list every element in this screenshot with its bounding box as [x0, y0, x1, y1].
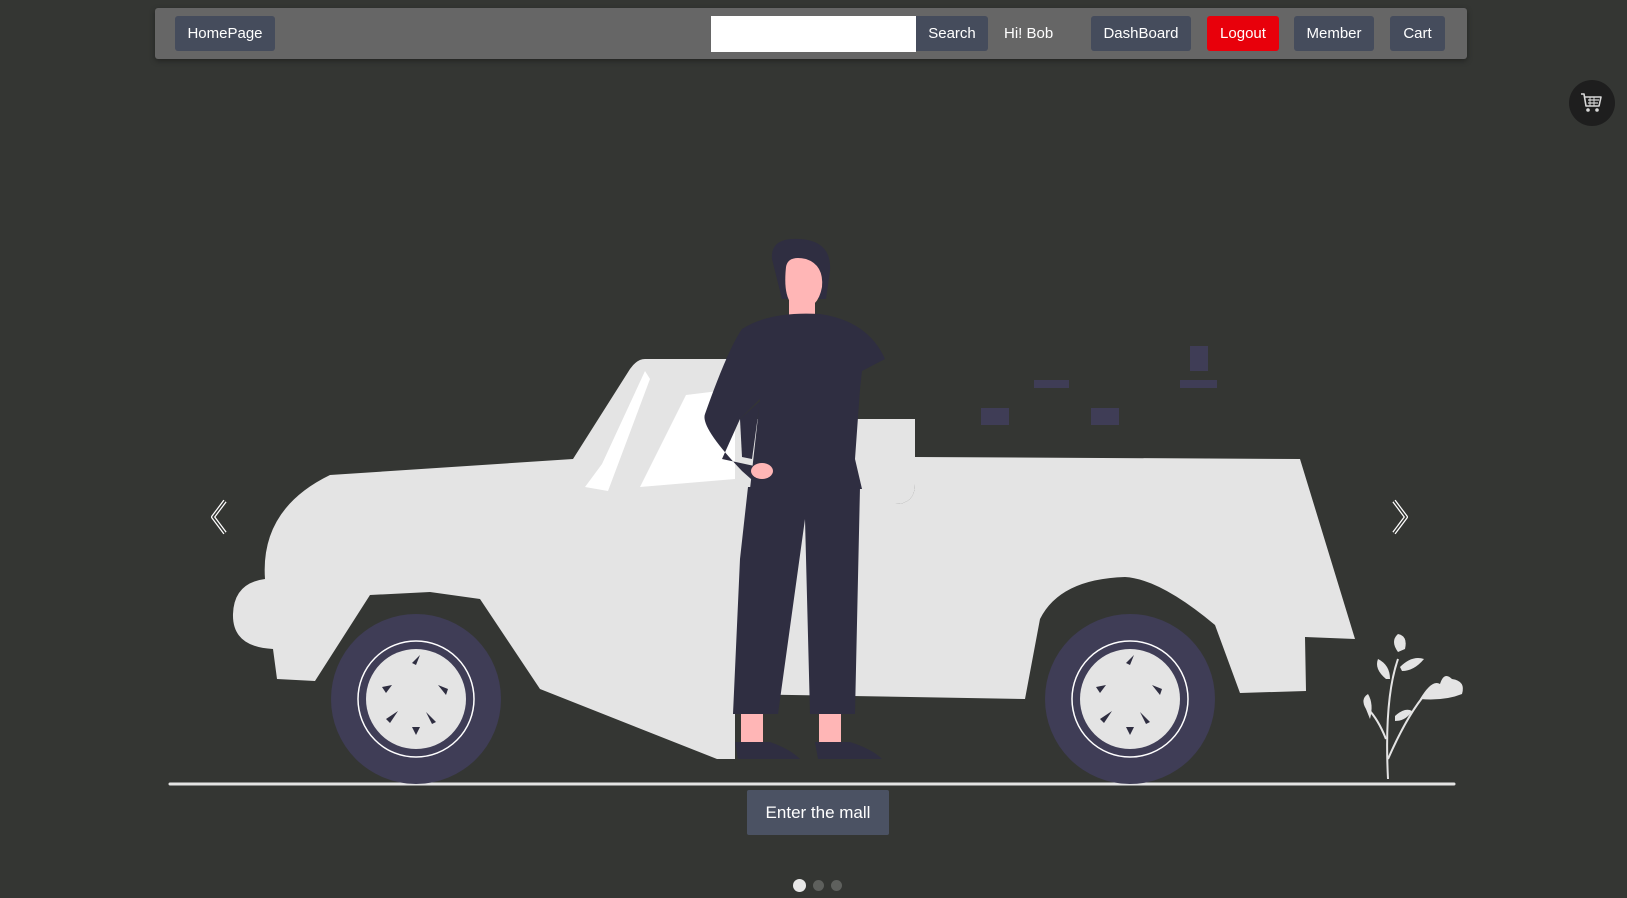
- car-illustration: [168, 238, 1463, 786]
- member-button[interactable]: Member: [1294, 16, 1374, 51]
- enter-mall-button[interactable]: Enter the mall: [747, 790, 889, 835]
- carousel-dot-2[interactable]: [813, 880, 824, 891]
- user-greeting: Hi! Bob: [1004, 25, 1054, 42]
- search-button[interactable]: Search: [916, 16, 988, 51]
- hero-carousel: Enter the mall: [0, 59, 1627, 898]
- chevron-left-icon: [211, 499, 227, 535]
- homepage-button[interactable]: HomePage: [175, 16, 275, 51]
- carousel-dot-3[interactable]: [831, 880, 842, 891]
- search-input[interactable]: [711, 16, 916, 52]
- chevron-right-icon: [1392, 499, 1408, 535]
- cart-button[interactable]: Cart: [1390, 16, 1445, 51]
- dashboard-button[interactable]: DashBoard: [1091, 16, 1191, 51]
- carousel-next-button[interactable]: [1384, 497, 1414, 537]
- carousel-dot-1[interactable]: [793, 879, 806, 892]
- top-navbar: HomePage Search Hi! Bob DashBoard Logout…: [155, 8, 1467, 59]
- carousel-indicators: [793, 879, 842, 892]
- logout-button[interactable]: Logout: [1207, 16, 1279, 51]
- carousel-prev-button[interactable]: [205, 497, 235, 537]
